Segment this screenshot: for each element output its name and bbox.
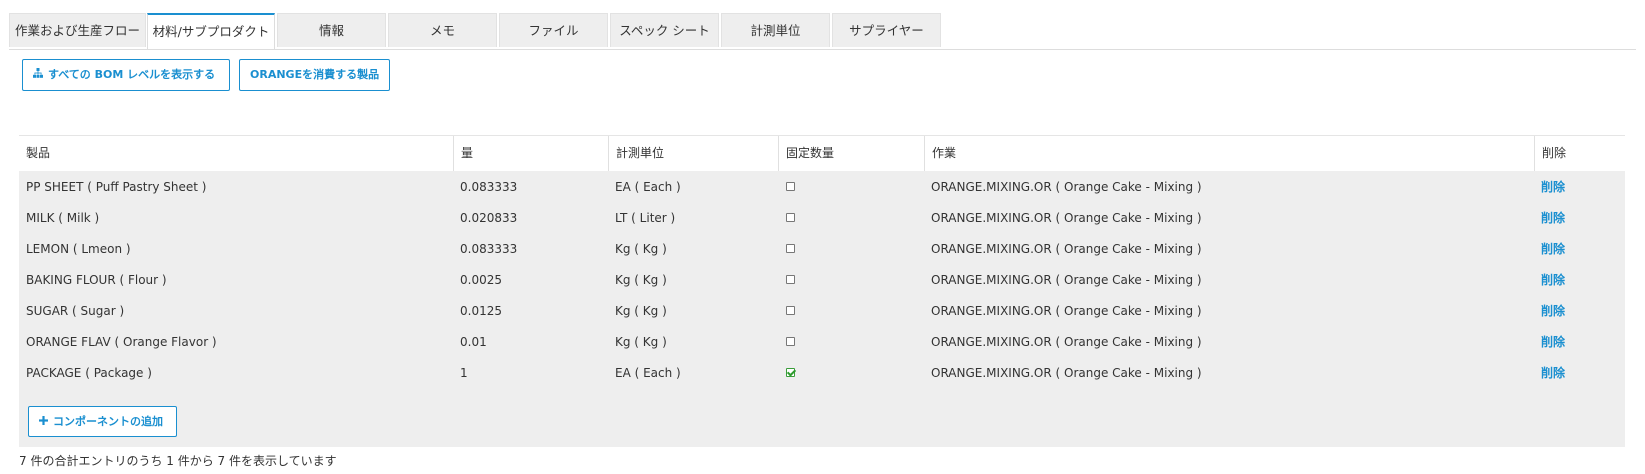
cell-operation: ORANGE.MIXING.OR ( Orange Cake - Mixing … bbox=[931, 242, 1202, 256]
cell-product: PP SHEET ( Puff Pastry Sheet ) bbox=[26, 180, 207, 194]
cell-fixed-qty bbox=[778, 233, 795, 265]
cell-delete: 削除 bbox=[1534, 202, 1565, 234]
add-component-button[interactable]: コンポーネントの追加 bbox=[28, 406, 177, 437]
tab-materials[interactable]: 材料/サブプロダクト bbox=[147, 13, 275, 49]
cell-product: MILK ( Milk ) bbox=[26, 211, 100, 225]
tab-units[interactable]: 計測単位 bbox=[721, 13, 830, 47]
cell-fixed-qty bbox=[778, 264, 795, 296]
tab-operations[interactable]: 作業および生産フロー bbox=[9, 13, 146, 47]
table-row: MILK ( Milk ) 0.020833 LT ( Liter ) ORANGE.… bbox=[19, 202, 1625, 234]
cell-qty: 0.0125 bbox=[460, 304, 502, 318]
products-consuming-button[interactable]: ORANGEを消費する製品 bbox=[239, 59, 390, 91]
cell-delete: 削除 bbox=[1534, 295, 1565, 327]
cell-uom: Kg ( Kg ) bbox=[615, 242, 667, 256]
cell-qty: 0.083333 bbox=[460, 242, 518, 256]
cell-operation: ORANGE.MIXING.OR ( Orange Cake - Mixing … bbox=[931, 335, 1202, 349]
delete-link[interactable]: 削除 bbox=[1541, 304, 1565, 318]
cell-uom: Kg ( Kg ) bbox=[615, 273, 667, 287]
cell-product: PACKAGE ( Package ) bbox=[26, 366, 152, 380]
cell-product: LEMON ( Lmeon ) bbox=[26, 242, 131, 256]
cell-uom: EA ( Each ) bbox=[615, 180, 681, 194]
cell-fixed-qty bbox=[778, 326, 795, 358]
cell-product: BAKING FLOUR ( Flour ) bbox=[26, 273, 167, 287]
delete-link[interactable]: 削除 bbox=[1541, 211, 1565, 225]
cell-qty: 0.020833 bbox=[460, 211, 518, 225]
tab-suppliers[interactable]: サプライヤー bbox=[832, 13, 941, 47]
fixed-qty-checkbox[interactable] bbox=[786, 244, 795, 253]
cell-operation: ORANGE.MIXING.OR ( Orange Cake - Mixing … bbox=[931, 180, 1202, 194]
table-row: ORANGE FLAV ( Orange Flavor ) 0.01 Kg ( Kg… bbox=[19, 326, 1625, 358]
entries-info: 7 件の合計エントリのうち 1 件から 7 件を表示しています bbox=[19, 454, 337, 468]
show-all-bom-levels-label: すべての BOM レベルを表示する bbox=[48, 68, 216, 81]
tab-spec-sheet[interactable]: スペック シート bbox=[610, 13, 719, 47]
cell-qty: 0.01 bbox=[460, 335, 487, 349]
tab-info[interactable]: 情報 bbox=[277, 13, 386, 47]
delete-link[interactable]: 削除 bbox=[1541, 366, 1565, 380]
fixed-qty-checkbox[interactable] bbox=[786, 337, 795, 346]
cell-uom: LT ( Liter ) bbox=[615, 211, 676, 225]
cell-fixed-qty bbox=[778, 202, 795, 234]
cell-qty: 0.0025 bbox=[460, 273, 502, 287]
fixed-qty-checkbox[interactable] bbox=[786, 275, 795, 284]
col-header-delete: 削除 bbox=[1534, 136, 1625, 171]
show-all-bom-levels-button[interactable]: すべての BOM レベルを表示する bbox=[22, 59, 230, 91]
fixed-qty-checkbox[interactable] bbox=[786, 368, 795, 377]
cell-uom: Kg ( Kg ) bbox=[615, 335, 667, 349]
cell-fixed-qty bbox=[778, 357, 795, 389]
cell-uom: EA ( Each ) bbox=[615, 366, 681, 380]
tab-bar: 作業および生産フロー 材料/サブプロダクト 情報 メモ ファイル スペック シー… bbox=[9, 13, 1636, 50]
cell-delete: 削除 bbox=[1534, 171, 1565, 203]
cell-delete: 削除 bbox=[1534, 264, 1565, 296]
fixed-qty-checkbox[interactable] bbox=[786, 213, 795, 222]
cell-operation: ORANGE.MIXING.OR ( Orange Cake - Mixing … bbox=[931, 304, 1202, 318]
delete-link[interactable]: 削除 bbox=[1541, 335, 1565, 349]
cell-product: ORANGE FLAV ( Orange Flavor ) bbox=[26, 335, 217, 349]
tab-memo[interactable]: メモ bbox=[388, 13, 497, 47]
add-component-label: コンポーネントの追加 bbox=[53, 415, 163, 428]
cell-fixed-qty bbox=[778, 295, 795, 327]
delete-link[interactable]: 削除 bbox=[1541, 180, 1565, 194]
cell-fixed-qty bbox=[778, 171, 795, 203]
cell-delete: 削除 bbox=[1534, 326, 1565, 358]
table-row: SUGAR ( Sugar ) 0.0125 Kg ( Kg ) ORANGE.MIX… bbox=[19, 295, 1625, 327]
cell-operation: ORANGE.MIXING.OR ( Orange Cake - Mixing … bbox=[931, 211, 1202, 225]
delete-link[interactable]: 削除 bbox=[1541, 242, 1565, 256]
col-header-fixed-qty[interactable]: 固定数量 bbox=[778, 136, 924, 171]
components-table: 製品 量 計測単位 固定数量 作業 削除 PP SHEET ( Puff Pas… bbox=[19, 135, 1625, 447]
table-row: BAKING FLOUR ( Flour ) 0.0025 Kg ( Kg ) ORA… bbox=[19, 264, 1625, 296]
cell-delete: 削除 bbox=[1534, 357, 1565, 389]
col-header-uom[interactable]: 計測単位 bbox=[608, 136, 778, 171]
col-header-qty[interactable]: 量 bbox=[453, 136, 608, 171]
table-row: PACKAGE ( Package ) 1 EA ( Each ) ORANGE.MI… bbox=[19, 357, 1625, 389]
table-row: LEMON ( Lmeon ) 0.083333 Kg ( Kg ) ORANGE.M… bbox=[19, 233, 1625, 265]
tab-files[interactable]: ファイル bbox=[499, 13, 608, 47]
cell-product: SUGAR ( Sugar ) bbox=[26, 304, 125, 318]
col-header-product[interactable]: 製品 bbox=[19, 136, 453, 171]
plus-icon bbox=[39, 407, 48, 436]
cell-operation: ORANGE.MIXING.OR ( Orange Cake - Mixing … bbox=[931, 366, 1202, 380]
table-row: PP SHEET ( Puff Pastry Sheet ) 0.083333 EA… bbox=[19, 171, 1625, 203]
fixed-qty-checkbox[interactable] bbox=[786, 182, 795, 191]
sitemap-icon bbox=[33, 60, 43, 90]
cell-uom: Kg ( Kg ) bbox=[615, 304, 667, 318]
table-header: 製品 量 計測単位 固定数量 作業 削除 bbox=[19, 135, 1625, 171]
delete-link[interactable]: 削除 bbox=[1541, 273, 1565, 287]
fixed-qty-checkbox[interactable] bbox=[786, 306, 795, 315]
cell-delete: 削除 bbox=[1534, 233, 1565, 265]
cell-qty: 0.083333 bbox=[460, 180, 518, 194]
cell-operation: ORANGE.MIXING.OR ( Orange Cake - Mixing … bbox=[931, 273, 1202, 287]
cell-qty: 1 bbox=[460, 366, 468, 380]
col-header-operation[interactable]: 作業 bbox=[924, 136, 1534, 171]
